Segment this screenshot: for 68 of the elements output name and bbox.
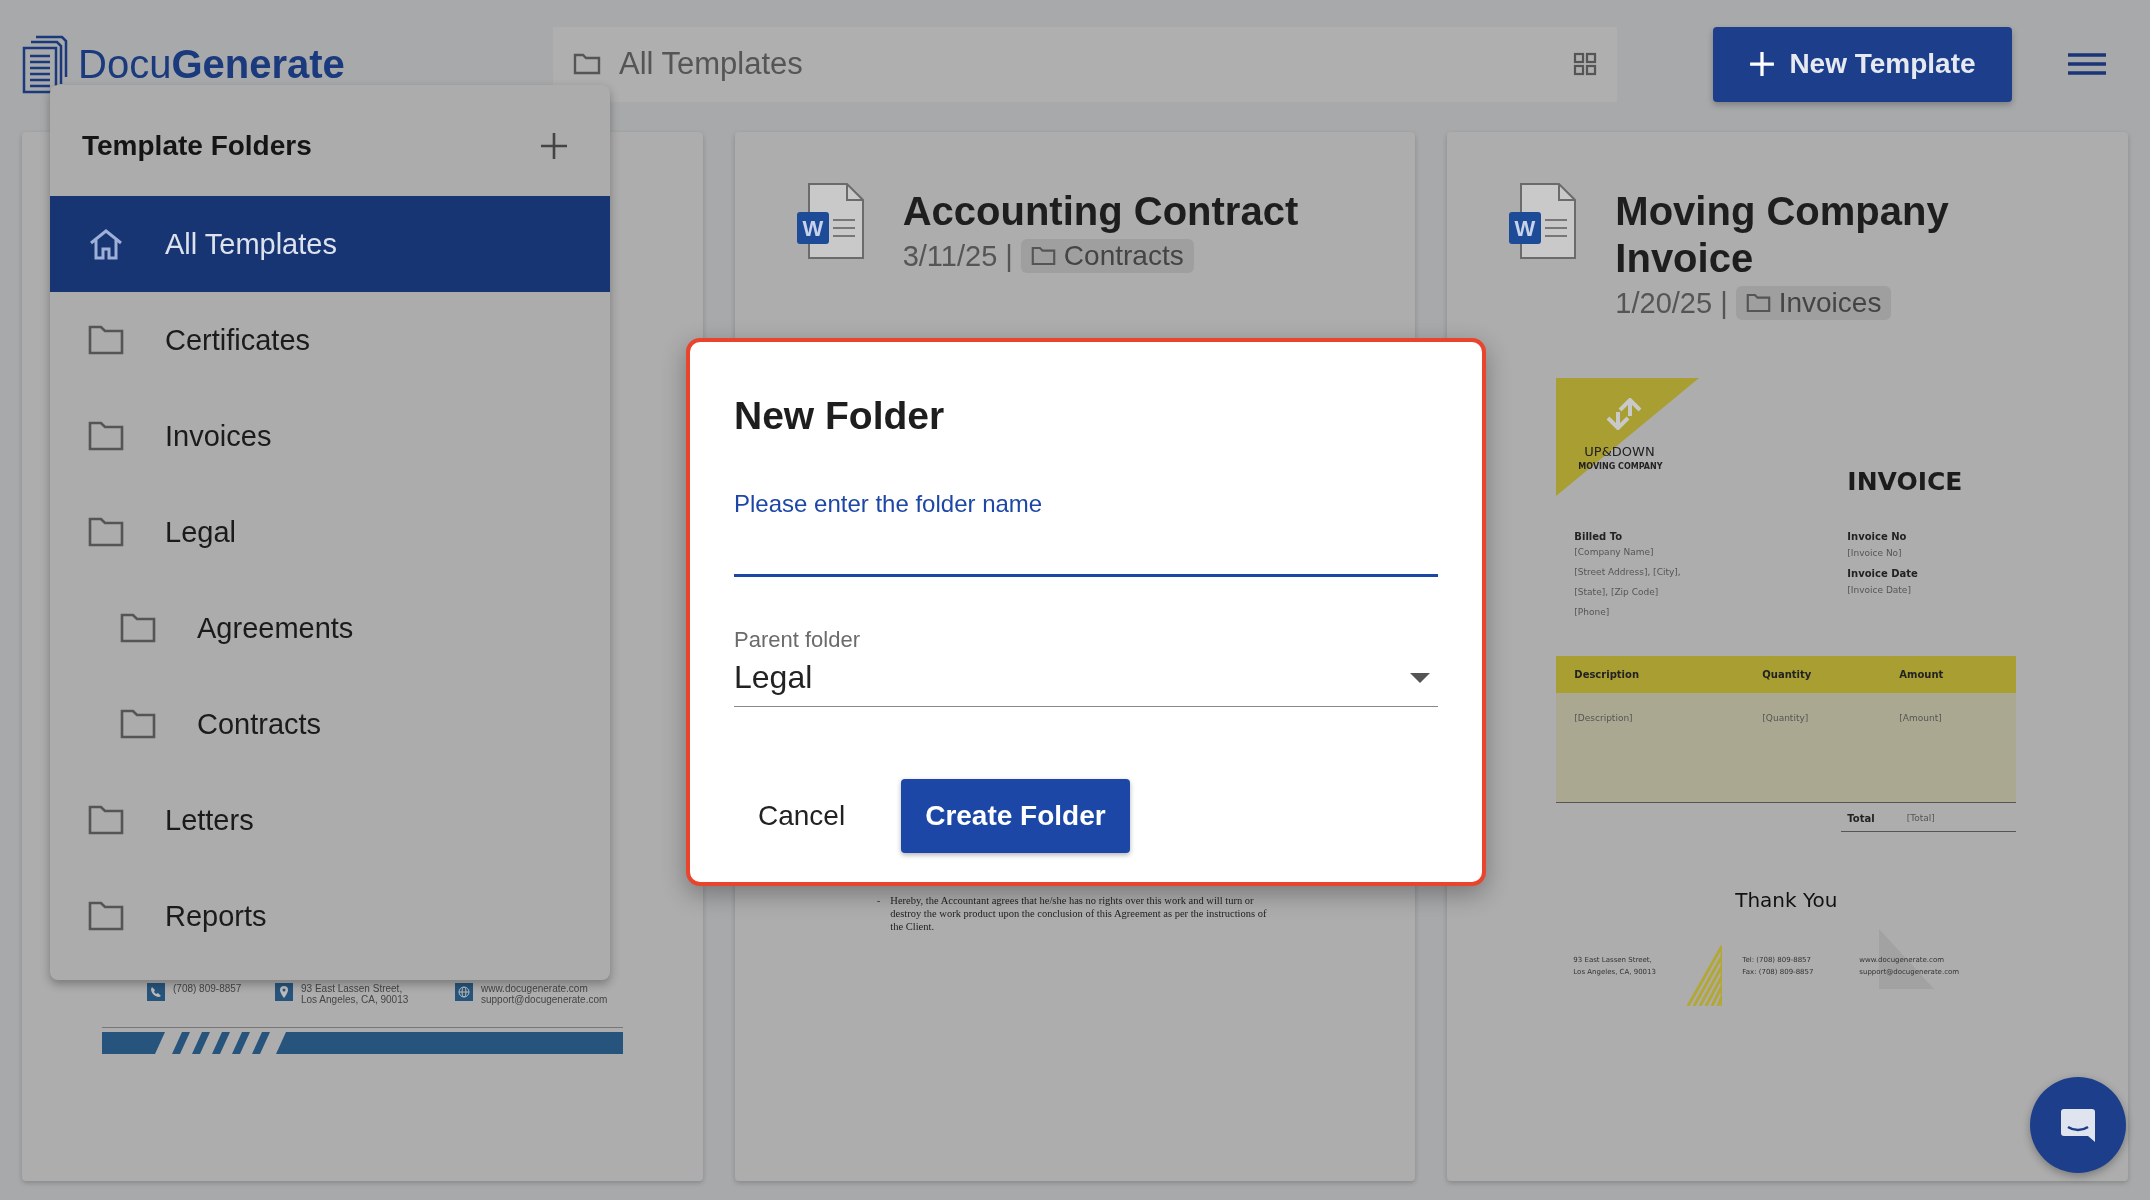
meta-label: Invoice Date: [1847, 568, 1918, 579]
parent-folder-select[interactable]: Parent folder Legal: [734, 627, 1438, 707]
hatched-triangle-drawing: [1686, 944, 1723, 1006]
column-header: Quantity: [1762, 669, 1813, 680]
home-icon: [88, 228, 124, 260]
card-date: 1/20/25 |: [1615, 286, 1728, 320]
table-cell-text: [Description]: [1573, 712, 1634, 725]
folder-item[interactable]: Contracts: [50, 676, 610, 772]
grid-view-icon[interactable]: [1573, 52, 1597, 76]
plus-icon: [1749, 51, 1776, 77]
folder-item[interactable]: Reports: [50, 868, 610, 964]
card-title[interactable]: Accounting Contract: [902, 188, 1299, 235]
placeholder-text: [Company Name]: [1574, 546, 1655, 559]
menu-icon[interactable]: [2068, 53, 2106, 75]
placeholder-text: [State], [Zip Code]: [1574, 586, 1660, 599]
card-date: 3/11/25 |: [902, 239, 1013, 273]
folder-icon: [573, 53, 601, 75]
folder-name-field[interactable]: Please enter the folder name: [734, 490, 1438, 577]
template-card[interactable]: [1447, 132, 2128, 1181]
column-header: Description: [1573, 669, 1640, 680]
new-template-button[interactable]: New Template: [1713, 26, 2012, 102]
location-pin-icon: [275, 983, 293, 1001]
billed-to-label: Billed To: [1574, 531, 1624, 542]
folder-icon: [88, 901, 124, 931]
folder-icon: [120, 709, 156, 739]
invoice-heading: INVOICE: [1847, 467, 1963, 496]
placeholder-text: [Invoice No]: [1847, 547, 1903, 560]
folder-icon: [1745, 293, 1771, 313]
folder-tag[interactable]: Invoices: [1735, 286, 1892, 320]
create-button[interactable]: Create Folder: [901, 779, 1130, 853]
closing-text: Thank You: [1734, 888, 1839, 912]
card-title[interactable]: Moving Company Invoice: [1615, 188, 2016, 282]
folder-icon: [88, 517, 124, 547]
add-icon[interactable]: [540, 131, 568, 160]
contract-paragraph: Hereby, the Accountant agrees that he/she has no rights over this work and will turn or destroy the work product upon the conclusion of this Agreement as per the instructions of the Client.: [890, 894, 1268, 933]
dialog-title: New Folder: [734, 394, 946, 438]
folder-item[interactable]: Agreements: [50, 580, 610, 676]
phone-icon: [147, 983, 165, 1001]
phone-number: (708) 809-8857: [173, 983, 242, 994]
folder-item[interactable]: Certificates: [50, 292, 610, 388]
folder-item[interactable]: Invoices: [50, 388, 610, 484]
folder-icon: [120, 613, 156, 643]
column-header: Amount: [1899, 669, 1944, 680]
folder-item[interactable]: Letters: [50, 772, 610, 868]
cancel-button[interactable]: Cancel: [734, 779, 870, 853]
globe-icon: [455, 983, 473, 1001]
folder-icon: [88, 421, 124, 451]
dropdown-caret-icon: [1410, 672, 1430, 683]
table-cell-text: [Amount]: [1899, 712, 1942, 725]
folder-icon: [1030, 246, 1056, 266]
table-cell-text: [Quantity]: [1762, 712, 1810, 725]
placeholder-text: [Invoice Date]: [1847, 584, 1912, 597]
total-label: Total: [1847, 812, 1875, 824]
folder-item[interactable]: Legal: [50, 484, 610, 580]
folder-icon: [88, 325, 124, 355]
address-text: 93 East Lassen Street, Los Angeles, CA, 90013: [301, 983, 409, 1005]
folder-item[interactable]: All Templates: [50, 196, 610, 292]
folder-tag[interactable]: Contracts: [1020, 239, 1194, 273]
meta-label: Invoice No: [1847, 531, 1908, 542]
menu-title: Template Folders: [82, 129, 312, 162]
folder-icon: [88, 805, 124, 835]
placeholder-text: [Phone]: [1574, 606, 1611, 619]
web-contact-text: www.docugenerate.com support@docugenerate.com: [481, 983, 608, 1005]
logo-icon: [22, 34, 70, 94]
total-value: [Total]: [1906, 812, 1935, 825]
logo-text: DocuGenerate: [78, 41, 345, 87]
list-bullet: -: [876, 894, 881, 908]
placeholder-text: [Street Address], [City],: [1574, 566, 1682, 579]
